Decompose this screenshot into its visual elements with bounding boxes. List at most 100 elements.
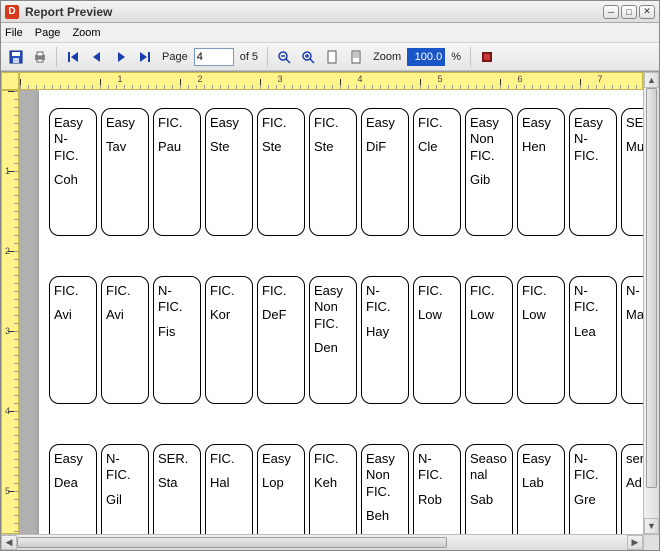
app-icon: D (5, 5, 19, 19)
ruler-h-tick: 4 (357, 74, 362, 84)
scrollbar-horizontal[interactable]: ◀ ▶ (1, 534, 643, 550)
label-line1: FIC. (210, 283, 248, 299)
last-page-button[interactable] (134, 46, 156, 68)
label-line2: Ma (626, 307, 643, 323)
scroll-down-arrow[interactable]: ▼ (644, 518, 659, 534)
zoom-input[interactable] (407, 48, 445, 66)
ruler-vertical: 12345 (1, 90, 19, 534)
label-card: Easy N-FIC. (569, 108, 617, 236)
minimize-button[interactable]: ─ (603, 5, 619, 19)
maximize-button[interactable]: □ (621, 5, 637, 19)
label-card: FIC.Pau (153, 108, 201, 236)
label-line1: FIC. (210, 451, 248, 467)
label-line2: Gib (470, 172, 508, 188)
prev-page-button[interactable] (86, 46, 108, 68)
label-line2: Coh (54, 172, 92, 188)
label-card: N-FIC.Fis (153, 276, 201, 404)
close-preview-button[interactable] (476, 46, 498, 68)
label-card: FIC.Avi (49, 276, 97, 404)
close-button[interactable]: ✕ (639, 5, 655, 19)
label-line2: Hay (366, 324, 404, 340)
label-line1: FIC. (314, 115, 352, 131)
first-icon (66, 50, 80, 64)
label-line1: Easy (522, 115, 560, 131)
label-line1: Easy (366, 115, 404, 131)
label-card: SeasonalSab (465, 444, 513, 534)
scroll-thumb-v[interactable] (646, 88, 657, 488)
label-row: EasyDeaN-FIC.GilSER.StaFIC.HalEasyLopFIC… (49, 444, 643, 534)
zoom-in-button[interactable] (297, 46, 319, 68)
last-icon (138, 50, 152, 64)
label-card: N-FIC. Hay (361, 276, 409, 404)
fit-page-button[interactable] (321, 46, 343, 68)
label-card: FIC.Cle (413, 108, 461, 236)
ruler-v-tick: 4 (5, 406, 10, 416)
label-line1: FIC. (262, 115, 300, 131)
fit-width-button[interactable] (345, 46, 367, 68)
scroll-left-arrow[interactable]: ◀ (1, 535, 17, 550)
label-row: Easy N-FIC.CohEasyTavFIC.PauEasySteFIC.S… (49, 108, 643, 236)
ruler-corner (1, 72, 19, 90)
label-line1: SER. (158, 451, 196, 467)
scroll-thumb-h[interactable] (17, 537, 447, 548)
label-line1: FIC. (314, 451, 352, 467)
fit-page-icon (325, 50, 339, 64)
label-line2: Ste (314, 139, 352, 155)
label-line2: Low (418, 307, 456, 323)
label-line2: Beh (366, 508, 404, 524)
floppy-icon (9, 50, 23, 64)
label-line2: Mu (626, 139, 643, 155)
next-page-button[interactable] (110, 46, 132, 68)
label-line1: N-FIC. (106, 451, 144, 484)
zoom-label: Zoom (373, 51, 401, 63)
menu-file[interactable]: File (5, 27, 23, 39)
first-page-button[interactable] (62, 46, 84, 68)
print-button[interactable] (29, 46, 51, 68)
label-card: N-FIC.Lea (569, 276, 617, 404)
separator (470, 47, 471, 67)
toolbar: Page of 5 Zoom % (1, 43, 659, 71)
ruler-v-tick: 3 (5, 326, 10, 336)
label-line2: Fis (158, 324, 196, 340)
label-card: Easy Hen (517, 108, 565, 236)
label-line2: DiF (366, 139, 404, 155)
label-line2: Gil (106, 492, 144, 508)
scroll-up-arrow[interactable]: ▲ (644, 72, 659, 88)
label-line1: Easy (210, 115, 248, 131)
menu-zoom[interactable]: Zoom (72, 27, 100, 39)
scrollbar-vertical[interactable]: ▲ ▼ (643, 72, 659, 534)
save-button[interactable] (5, 46, 27, 68)
ruler-h-tick: 6 (517, 74, 522, 84)
label-line2: Lea (574, 324, 612, 340)
scroll-right-arrow[interactable]: ▶ (627, 535, 643, 550)
label-line1: FIC. (418, 115, 456, 131)
label-card: EasyTav (101, 108, 149, 236)
label-line1: N-FIC. (366, 283, 404, 316)
label-card: FIC. Hal (205, 444, 253, 534)
label-line2: Lop (262, 475, 300, 491)
label-line2: Keh (314, 475, 352, 491)
ruler-horizontal: 12345678 (19, 72, 643, 90)
label-card: N-Ma (621, 276, 643, 404)
label-line1: Easy (54, 451, 92, 467)
menu-page[interactable]: Page (35, 27, 61, 39)
label-line2: Rob (418, 492, 456, 508)
label-card: EasyDea (49, 444, 97, 534)
label-line2: Pau (158, 139, 196, 155)
page-input[interactable] (194, 48, 234, 66)
label-line2: Avi (54, 307, 92, 323)
label-card: EasySte (205, 108, 253, 236)
label-line2: Low (470, 307, 508, 323)
label-line2: Hal (210, 475, 248, 491)
label-line2: Ad (626, 475, 643, 491)
canvas: Easy N-FIC.CohEasyTavFIC.PauEasySteFIC.S… (19, 90, 643, 534)
zoom-out-button[interactable] (273, 46, 295, 68)
label-line2: Hen (522, 139, 560, 155)
label-card: FIC.Kor (205, 276, 253, 404)
ruler-h-tick: 5 (437, 74, 442, 84)
zoom-in-icon (301, 50, 315, 64)
workspace: 12345678 12345 Easy N-FIC.CohEasyTavFIC.… (1, 71, 659, 550)
label-line1: Easy (262, 451, 300, 467)
titlebar: D Report Preview ─ □ ✕ (1, 1, 659, 23)
label-line2: Ste (262, 139, 300, 155)
